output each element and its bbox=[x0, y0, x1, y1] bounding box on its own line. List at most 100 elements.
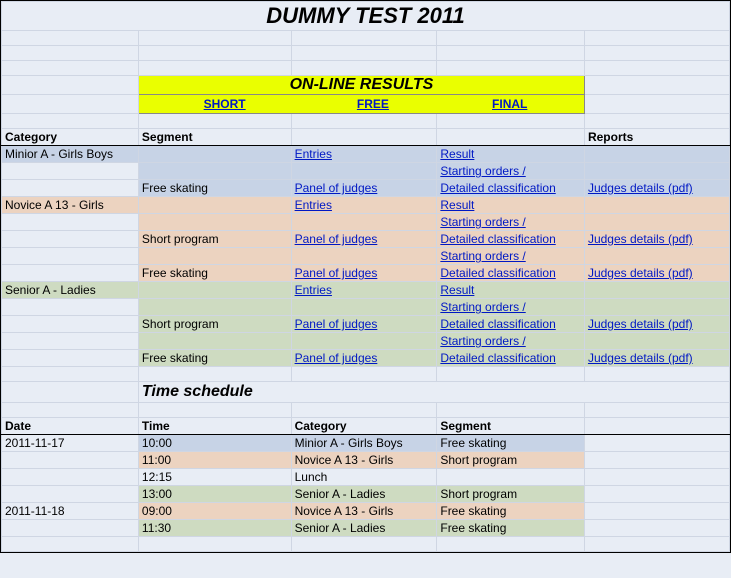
judges-details-link[interactable]: Judges details (pdf) bbox=[588, 181, 693, 195]
result-or-classification-link[interactable]: Starting orders / bbox=[440, 249, 525, 263]
result-or-classification-link[interactable]: Starting orders / bbox=[440, 164, 525, 178]
schedule-category: Minior A - Girls Boys bbox=[291, 435, 437, 452]
schedule-segment: Free skating bbox=[437, 435, 585, 452]
schedule-header-category: Category bbox=[291, 418, 437, 435]
entries-or-panel-link[interactable]: Panel of judges bbox=[295, 351, 378, 365]
schedule-time: 11:00 bbox=[138, 452, 291, 469]
schedule-segment: Free skating bbox=[437, 503, 585, 520]
schedule-time: 13:00 bbox=[138, 486, 291, 503]
category-row: Free skating Panel of judges Detailed clas… bbox=[2, 265, 730, 282]
segment-cell: Short program bbox=[138, 316, 291, 333]
schedule-header-date: Date bbox=[2, 418, 139, 435]
short-link[interactable]: SHORT bbox=[204, 97, 246, 111]
page-title: DUMMY TEST 2011 bbox=[2, 2, 730, 31]
segment-cell: Free skating bbox=[138, 180, 291, 197]
result-or-classification-link[interactable]: Detailed classification bbox=[440, 351, 555, 365]
segment-cell bbox=[138, 282, 291, 299]
schedule-header-row: Date Time Category Segment bbox=[2, 418, 730, 435]
result-or-classification-link[interactable]: Detailed classification bbox=[440, 266, 555, 280]
schedule-time: 12:15 bbox=[138, 469, 291, 486]
segment-cell bbox=[138, 163, 291, 180]
entries-or-panel-link[interactable]: Entries bbox=[295, 283, 332, 297]
result-or-classification-link[interactable]: Result bbox=[440, 147, 474, 161]
result-or-classification-link[interactable]: Result bbox=[440, 283, 474, 297]
judges-details-link[interactable]: Judges details (pdf) bbox=[588, 317, 693, 331]
category-row: Free skating Panel of judges Detailed clas… bbox=[2, 350, 730, 367]
schedule-time: 10:00 bbox=[138, 435, 291, 452]
online-results-heading: ON-LINE RESULTS bbox=[139, 76, 584, 94]
schedule-row: 13:00Senior A - LadiesShort program bbox=[2, 486, 730, 503]
result-or-classification-link[interactable]: Detailed classification bbox=[440, 317, 555, 331]
entries-or-panel-link[interactable]: Panel of judges bbox=[295, 181, 378, 195]
segment-cell bbox=[138, 248, 291, 265]
judges-details-link[interactable]: Judges details (pdf) bbox=[588, 266, 693, 280]
entries-or-panel-link[interactable]: Panel of judges bbox=[295, 266, 378, 280]
schedule-row: 12:15Lunch bbox=[2, 469, 730, 486]
result-or-classification-link[interactable]: Detailed classification bbox=[440, 181, 555, 195]
segment-cell bbox=[138, 197, 291, 214]
category-row: Starting orders / bbox=[2, 299, 730, 316]
entries-or-panel-link[interactable]: Entries bbox=[295, 198, 332, 212]
schedule-segment: Free skating bbox=[437, 520, 585, 537]
result-or-classification-link[interactable]: Starting orders / bbox=[440, 334, 525, 348]
results-header-row: Category Segment Reports bbox=[2, 129, 730, 146]
category-row: Novice A 13 - Girls Entries Result bbox=[2, 197, 730, 214]
schedule-time: 09:00 bbox=[138, 503, 291, 520]
entries-or-panel-link[interactable]: Panel of judges bbox=[295, 232, 378, 246]
category-row: Starting orders / bbox=[2, 163, 730, 180]
schedule-row: 2011-11-1809:00Novice A 13 - GirlsFree s… bbox=[2, 503, 730, 520]
schedule-row: 11:30Senior A - LadiesFree skating bbox=[2, 520, 730, 537]
segment-cell: Free skating bbox=[138, 265, 291, 282]
result-or-classification-link[interactable]: Starting orders / bbox=[440, 215, 525, 229]
segment-cell bbox=[138, 146, 291, 163]
schedule-category: Novice A 13 - Girls bbox=[291, 503, 437, 520]
header-category: Category bbox=[2, 129, 139, 146]
segment-cell bbox=[138, 214, 291, 231]
category-row: Senior A - Ladies Entries Result bbox=[2, 282, 730, 299]
header-segment: Segment bbox=[138, 129, 291, 146]
category-row: Starting orders / bbox=[2, 248, 730, 265]
category-row: Starting orders / bbox=[2, 214, 730, 231]
result-or-classification-link[interactable]: Result bbox=[440, 198, 474, 212]
result-or-classification-link[interactable]: Detailed classification bbox=[440, 232, 555, 246]
schedule-segment: Short program bbox=[437, 452, 585, 469]
final-link[interactable]: FINAL bbox=[492, 97, 527, 111]
schedule-header-time: Time bbox=[138, 418, 291, 435]
segment-cell bbox=[138, 333, 291, 350]
entries-or-panel-link[interactable]: Entries bbox=[295, 147, 332, 161]
category-name: Novice A 13 - Girls bbox=[2, 197, 139, 214]
header-reports: Reports bbox=[584, 129, 729, 146]
judges-details-link[interactable]: Judges details (pdf) bbox=[588, 351, 693, 365]
schedule-row: 11:00Novice A 13 - GirlsShort program bbox=[2, 452, 730, 469]
category-row: Short program Panel of judges Detailed cla… bbox=[2, 316, 730, 333]
schedule-date bbox=[2, 452, 139, 469]
spreadsheet: DUMMY TEST 2011 ON-LINE RESULTS SHORT FR… bbox=[0, 0, 731, 553]
segment-cell bbox=[138, 299, 291, 316]
schedule-segment bbox=[437, 469, 585, 486]
schedule-date bbox=[2, 469, 139, 486]
schedule-category: Lunch bbox=[291, 469, 437, 486]
schedule-time: 11:30 bbox=[138, 520, 291, 537]
schedule-header-segment: Segment bbox=[437, 418, 585, 435]
category-name: Minior A - Girls Boys bbox=[2, 146, 139, 163]
category-row: Starting orders / bbox=[2, 333, 730, 350]
segment-cell: Free skating bbox=[138, 350, 291, 367]
category-row: Free skating Panel of judges Detailed clas… bbox=[2, 180, 730, 197]
schedule-date bbox=[2, 520, 139, 537]
entries-or-panel-link[interactable]: Panel of judges bbox=[295, 317, 378, 331]
schedule-row: 2011-11-1710:00Minior A - Girls BoysFree… bbox=[2, 435, 730, 452]
schedule-date: 2011-11-17 bbox=[2, 435, 139, 452]
category-row: Minior A - Girls Boys Entries Result bbox=[2, 146, 730, 163]
schedule-category: Senior A - Ladies bbox=[291, 520, 437, 537]
schedule-heading: Time schedule bbox=[138, 382, 729, 403]
segment-cell: Short program bbox=[138, 231, 291, 248]
schedule-category: Senior A - Ladies bbox=[291, 486, 437, 503]
free-link[interactable]: FREE bbox=[357, 97, 389, 111]
result-or-classification-link[interactable]: Starting orders / bbox=[440, 300, 525, 314]
schedule-date bbox=[2, 486, 139, 503]
category-row: Short program Panel of judges Detailed cla… bbox=[2, 231, 730, 248]
schedule-date: 2011-11-18 bbox=[2, 503, 139, 520]
judges-details-link[interactable]: Judges details (pdf) bbox=[588, 232, 693, 246]
category-name: Senior A - Ladies bbox=[2, 282, 139, 299]
schedule-category: Novice A 13 - Girls bbox=[291, 452, 437, 469]
